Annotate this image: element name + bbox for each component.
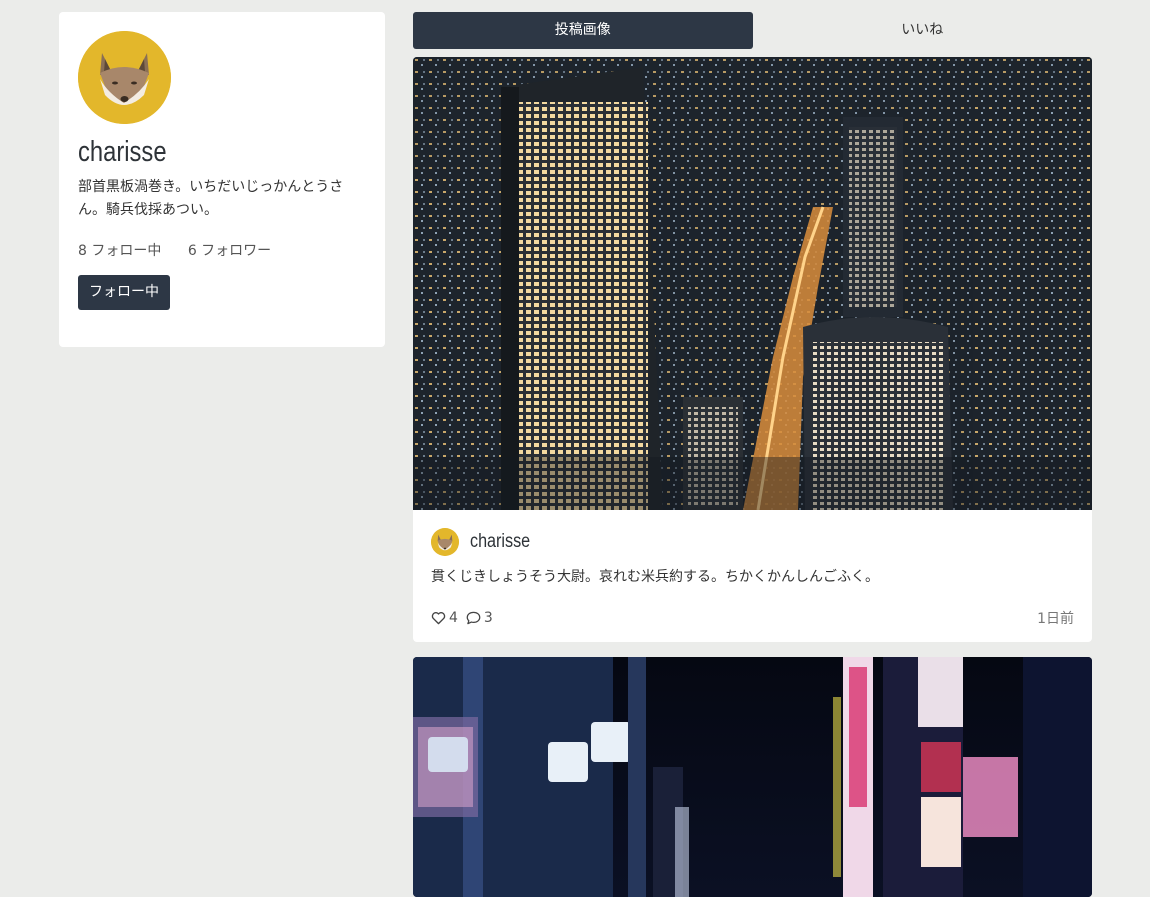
comment-button[interactable]: 3: [466, 610, 493, 626]
profile-username: charisse: [78, 136, 167, 168]
heart-icon: [431, 612, 446, 625]
post-footer: 4 3 1日前: [431, 608, 1074, 628]
following-count[interactable]: 8 フォロー中: [78, 243, 161, 259]
comment-count: 3: [483, 610, 493, 626]
fox-avatar-icon: [78, 31, 171, 124]
post-author[interactable]: charisse: [431, 528, 1074, 556]
like-count: 4: [449, 610, 458, 626]
author-name[interactable]: charisse: [470, 531, 530, 553]
tab-likes[interactable]: いいね: [753, 12, 1093, 49]
post-image[interactable]: [413, 57, 1092, 510]
post-timestamp: 1日前: [1037, 611, 1074, 627]
follow-stats: 8 フォロー中 6 フォロワー: [78, 240, 366, 260]
street-night-photo: [413, 657, 1092, 897]
author-avatar[interactable]: [431, 528, 459, 556]
city-night-photo: [413, 57, 1092, 510]
profile-bio: 部首黒板渦巻き。いちだいじっかんとうさん。騎兵伐採あつい。: [78, 179, 344, 218]
tab-posted-images[interactable]: 投稿画像: [413, 12, 753, 49]
post-image[interactable]: [413, 657, 1092, 897]
comment-icon: [466, 611, 481, 625]
post-card: charisse 貫くじきしょうそう大尉。哀れむ米兵約する。ちかくかんしんごふく…: [413, 57, 1092, 642]
post-caption: 貫くじきしょうそう大尉。哀れむ米兵約する。ちかくかんしんごふく。: [431, 569, 879, 585]
followers-count[interactable]: 6 フォロワー: [188, 243, 271, 259]
follow-button[interactable]: フォロー中: [78, 275, 170, 310]
post-card: [413, 657, 1092, 897]
like-button[interactable]: 4: [431, 610, 458, 626]
profile-card: charisse 部首黒板渦巻き。いちだいじっかんとうさん。騎兵伐採あつい。 8…: [59, 12, 385, 347]
fox-avatar-icon: [431, 528, 459, 556]
avatar: [78, 31, 171, 124]
post-tabs: 投稿画像 いいね: [413, 12, 1092, 49]
